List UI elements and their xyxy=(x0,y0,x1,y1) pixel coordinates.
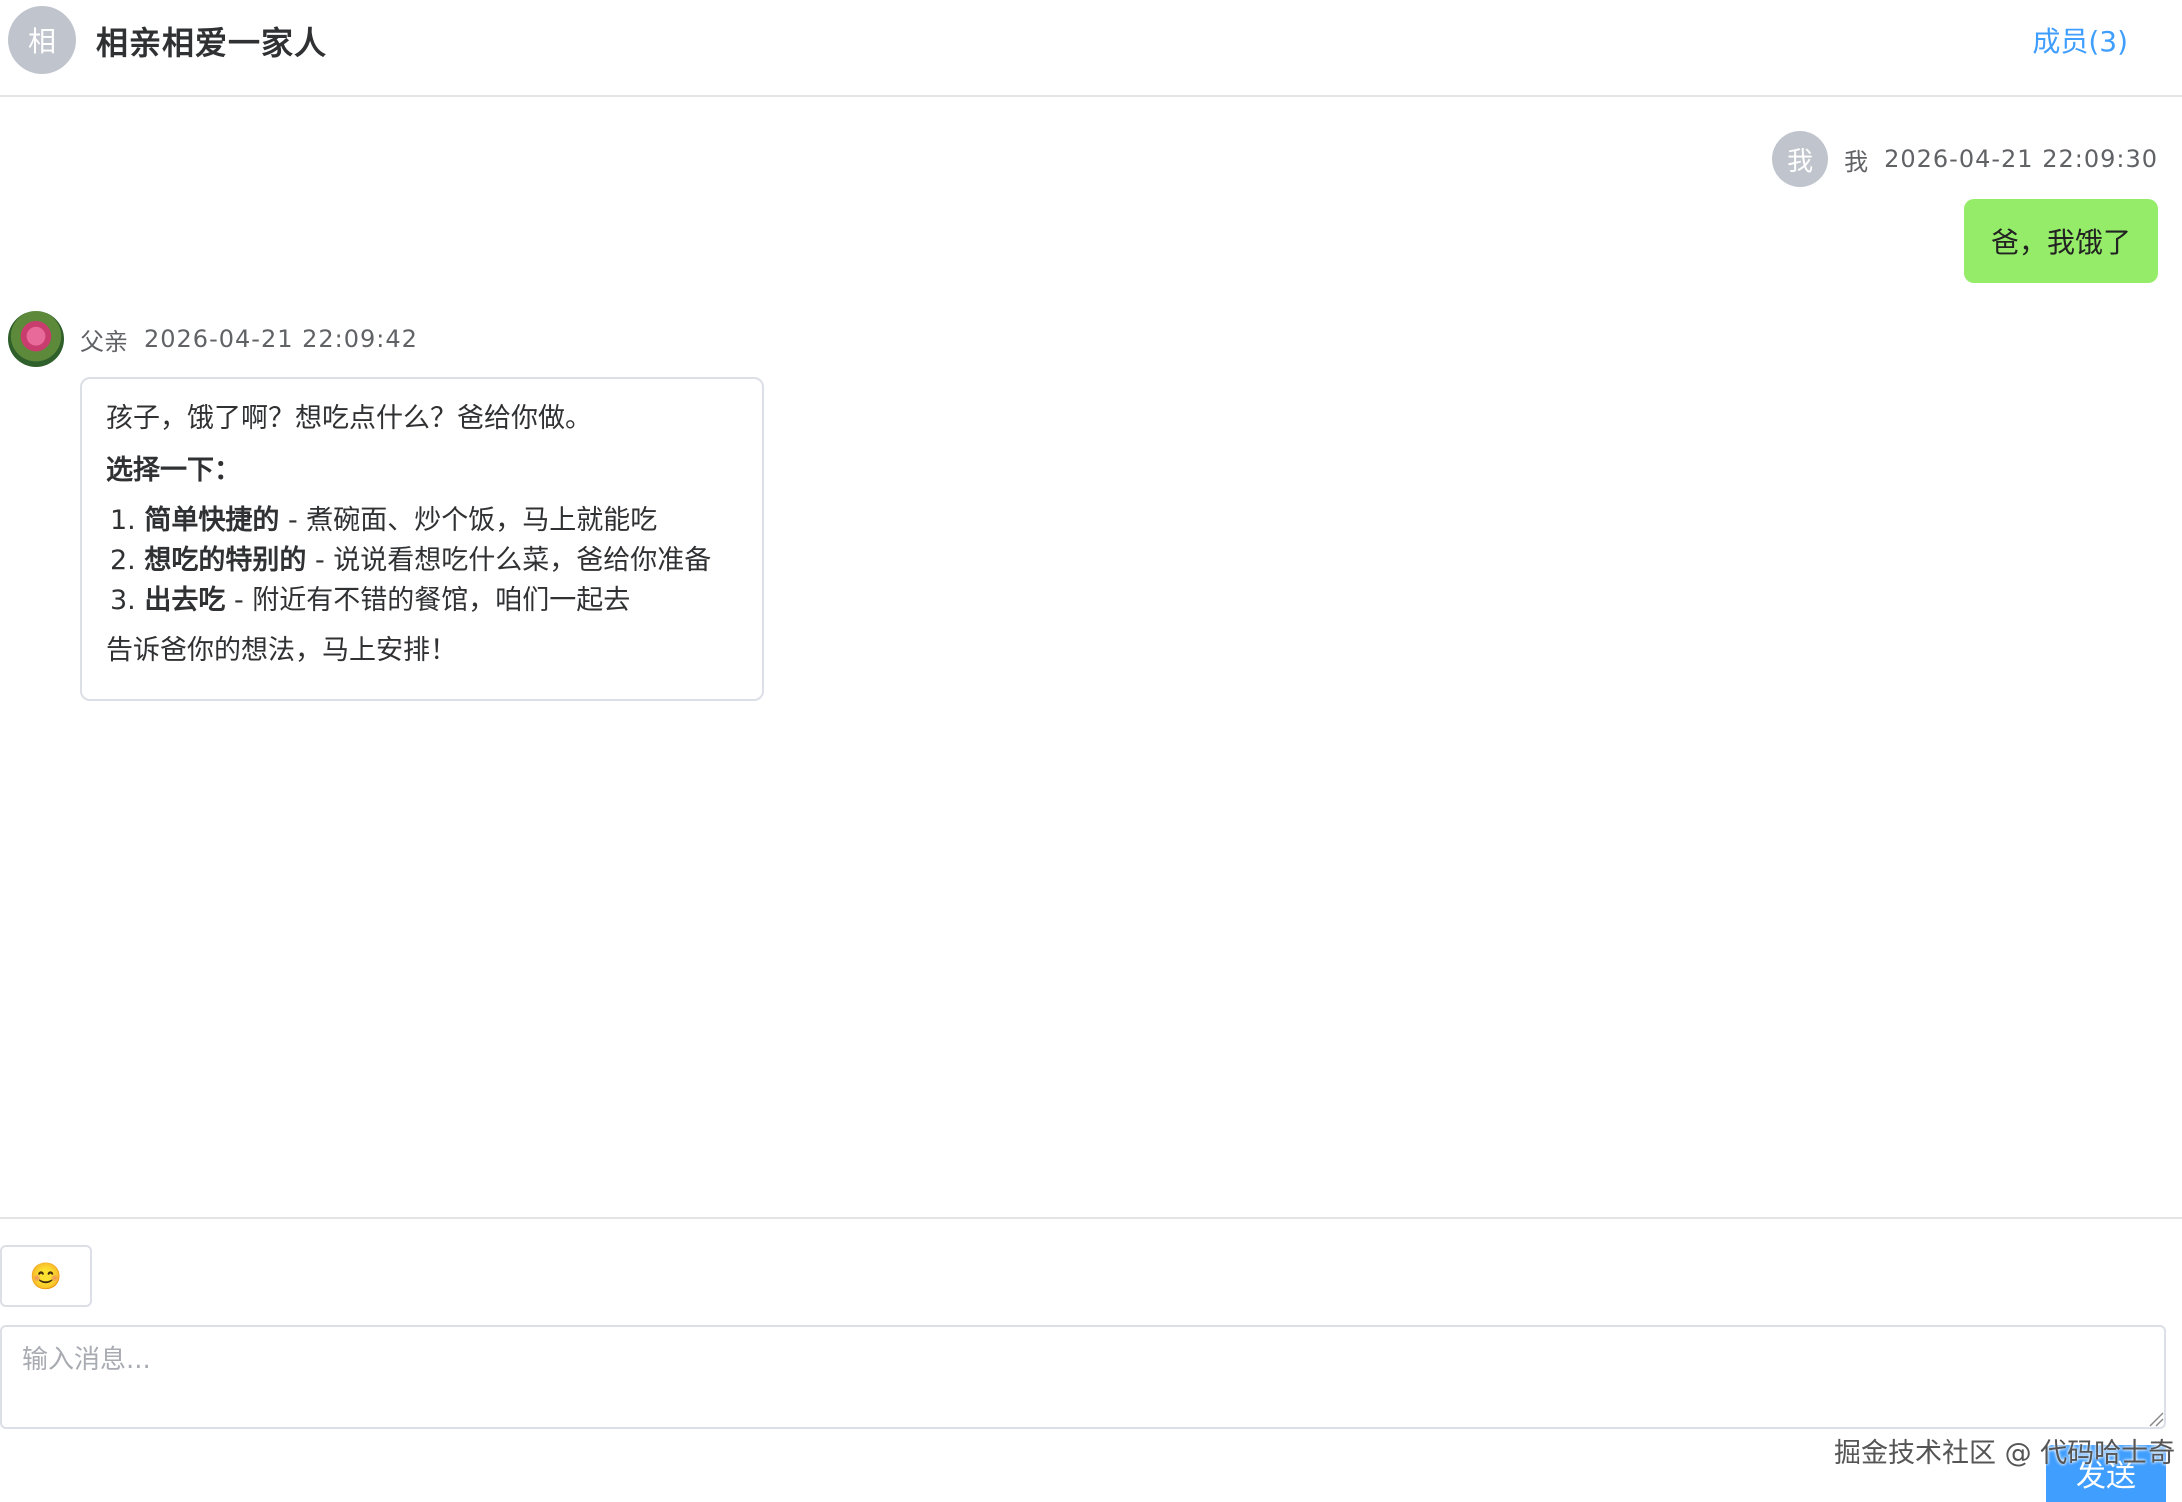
self-message-time: 2026-04-21 22:09:30 xyxy=(1884,145,2158,173)
option-title: 简单快捷的 xyxy=(144,505,280,536)
other-message-bubble[interactable]: 孩子，饿了啊？想吃点什么？爸给你做。 选择一下： 1. 简单快捷的 - 煮碗面、… xyxy=(80,377,764,701)
other-sender-name: 父亲 xyxy=(80,327,128,356)
other-message-meta: 父亲 2026-04-21 22:09:42 xyxy=(8,311,418,367)
message-intro: 孩子，饿了啊？想吃点什么？爸给你做。 xyxy=(106,403,592,434)
watermark: 掘金技术社区 @ 代码哈士奇 xyxy=(1834,1438,2176,1469)
chat-window: 相 相亲相爱一家人 成员(3) 我 我 2026-04-21 22:09:30 … xyxy=(0,0,2182,1502)
chat-header: 相 相亲相爱一家人 成员(3) xyxy=(0,0,2182,97)
other-message-time: 2026-04-21 22:09:42 xyxy=(144,325,418,353)
option-number: 1. xyxy=(110,505,136,536)
self-message-bubble[interactable]: 爸，我饿了 xyxy=(1963,199,2158,283)
option-item: 3. 出去吃 - 附近有不错的餐馆，咱们一起去 xyxy=(106,581,738,621)
composer: 😊 发送 掘金技术社区 @ 代码哈士奇 xyxy=(0,1217,2182,1502)
option-desc: - 附近有不错的餐馆，咱们一起去 xyxy=(225,585,631,616)
option-number: 2. xyxy=(110,545,136,576)
option-title: 想吃的特别的 xyxy=(144,545,307,576)
father-avatar[interactable] xyxy=(8,311,64,367)
members-link[interactable]: 成员(3) xyxy=(2032,20,2128,60)
option-item: 1. 简单快捷的 - 煮碗面、炒个饭，马上就能吃 xyxy=(106,501,738,541)
option-desc: - 说说看想吃什么菜，爸给你准备 xyxy=(306,545,712,576)
self-sender-name: 我 xyxy=(1844,147,1869,176)
emoji-button[interactable]: 😊 xyxy=(0,1245,92,1307)
self-avatar[interactable]: 我 xyxy=(1772,131,1829,187)
message-input[interactable] xyxy=(0,1325,2166,1429)
message-closing: 告诉爸你的想法，马上安排！ xyxy=(106,635,457,666)
message-list[interactable]: 我 我 2026-04-21 22:09:30 爸，我饿了 父亲 2026-04… xyxy=(0,97,2182,1217)
resize-handle-icon[interactable] xyxy=(2146,1409,2164,1427)
group-avatar[interactable]: 相 xyxy=(8,6,76,74)
group-title: 相亲相爱一家人 xyxy=(96,24,328,62)
option-number: 3. xyxy=(110,585,136,616)
message-prompt: 选择一下： xyxy=(106,455,241,486)
self-message-meta: 我 我 2026-04-21 22:09:30 xyxy=(1772,131,2158,187)
option-desc: - 煮碗面、炒个饭，马上就能吃 xyxy=(279,505,658,536)
option-item: 2. 想吃的特别的 - 说说看想吃什么菜，爸给你准备 xyxy=(106,541,738,581)
option-title: 出去吃 xyxy=(144,585,226,616)
